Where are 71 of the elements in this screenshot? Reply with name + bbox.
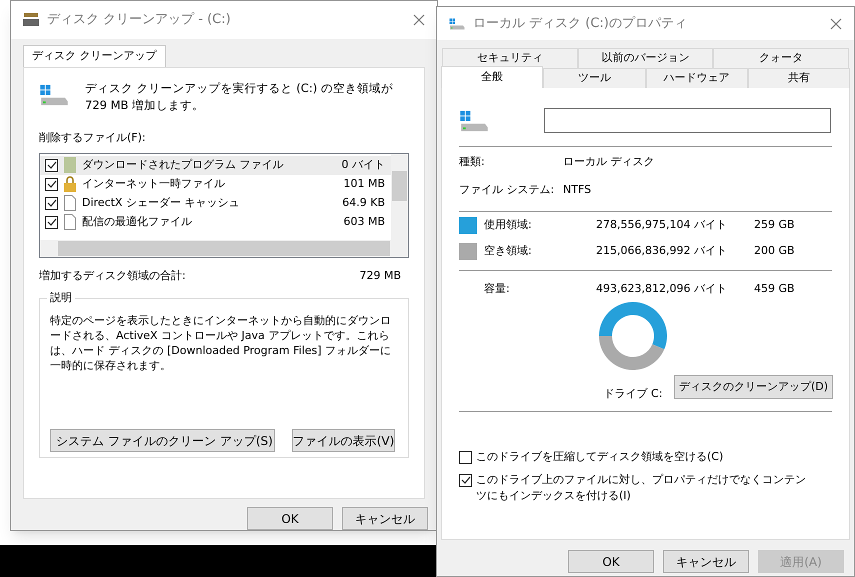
checkbox[interactable] [459, 450, 472, 464]
file-name: 配信の最適化ファイル [82, 214, 193, 230]
checkbox[interactable] [45, 196, 58, 210]
tab[interactable]: クォータ [713, 48, 850, 68]
file-size: 603 MB [343, 214, 385, 230]
dialog-button[interactable]: キャンセル [342, 507, 428, 530]
close-icon[interactable] [830, 18, 842, 30]
option-label: このドライブ上のファイルに対し、プロパティだけでなくコンテンツにもインデックスを付ける(I) [476, 472, 806, 504]
option-label: このドライブを圧縮してディスク領域を空ける(C) [476, 448, 724, 464]
capacity-size: 459 GB [754, 280, 795, 297]
horizontal-scrollbar[interactable] [40, 240, 408, 256]
folder-icon [64, 157, 76, 173]
file-row[interactable]: 配信の最適化ファイル 603 MB [40, 212, 391, 232]
dialog-button[interactable]: システム ファイルのクリーン アップ(S) [50, 429, 275, 452]
drive-icon [459, 110, 489, 132]
usage-label: 使用領域: [484, 217, 533, 234]
file-row[interactable]: インターネット一時ファイル 101 MB [40, 174, 391, 194]
file-size: 0 バイト [342, 156, 385, 173]
disk-cleanup-button[interactable]: ディスクのクリーンアップ(D) [674, 375, 833, 399]
file-size: 64.9 KB [342, 194, 385, 211]
tab[interactable]: ハードウェア [646, 68, 748, 88]
padlock-icon [64, 176, 76, 192]
dialog-button[interactable]: OK [568, 550, 654, 573]
tab[interactable]: ディスク クリーンアップ [23, 45, 166, 67]
tab[interactable]: ツール [543, 68, 646, 88]
summary-text: ディスク クリーンアップを実行すると (C:) の空き領域が 729 MB 増加します。 [85, 80, 394, 114]
capacity-bytes: 493,623,812,096 バイト [596, 280, 728, 297]
usage-size: 200 GB [754, 243, 795, 260]
checkbox[interactable] [45, 216, 58, 228]
tab[interactable]: セキュリティ [442, 48, 578, 68]
files-label: 削除するファイル(F): [39, 130, 147, 146]
file-row[interactable]: DirectX シェーダー キャッシュ 64.9 KB [40, 194, 391, 212]
tab[interactable]: 以前のバージョン [578, 48, 714, 68]
usage-label: 空き領域: [484, 243, 533, 260]
usage-bytes: 278,556,975,104 バイト [596, 217, 728, 234]
checkbox[interactable] [459, 474, 472, 486]
dialog-button[interactable]: キャンセル [663, 550, 749, 573]
checkbox[interactable] [45, 158, 58, 172]
file-name: ダウンロードされたプログラム ファイル [82, 156, 284, 173]
drive-icon [449, 18, 465, 30]
vertical-scrollbar[interactable] [391, 154, 408, 240]
usage-bytes: 215,066,836,992 バイト [596, 243, 728, 260]
document-icon [64, 195, 76, 211]
dialog-button[interactable]: OK [247, 507, 333, 530]
tab[interactable]: 全般 [441, 66, 544, 88]
window-title: ローカル ディスク (C:)のプロパティ [473, 14, 688, 33]
info-value: NTFS [563, 182, 592, 198]
file-name: DirectX シェーダー キャッシュ [82, 194, 240, 211]
capacity-label: 容量: [484, 280, 511, 297]
document-icon [64, 214, 76, 230]
dialog-button[interactable]: ファイルの表示(V) [292, 429, 395, 452]
usage-size: 259 GB [754, 217, 795, 234]
drive-label: ドライブ C: [604, 386, 662, 402]
chart-slice [599, 302, 667, 350]
window-title: ディスク クリーンアップ - (C:) [47, 11, 232, 30]
file-row[interactable]: ダウンロードされたプログラム ファイル 0 バイト [40, 156, 391, 174]
cleanup-icon [23, 13, 39, 27]
drive-icon [39, 84, 69, 106]
tab[interactable]: 共有 [748, 68, 850, 88]
info-label: ファイル システム: [459, 182, 556, 198]
close-icon[interactable] [413, 14, 425, 26]
total-label: 増加するディスク領域の合計: [39, 268, 186, 284]
file-name: インターネット一時ファイル [82, 176, 226, 192]
info-value: ローカル ディスク [563, 154, 654, 170]
description-text: 特定のページを表示したときにインターネットから自動的にダウンロードされる、ActiveX コントロールや Java アプレットです。これらは、ハード ディスクの [Downloaded Program Files] フォルダーに一時的に保存されます。 [50, 313, 392, 373]
file-size: 101 MB [343, 176, 385, 192]
checkbox[interactable] [45, 178, 58, 190]
chart-slice [599, 336, 664, 370]
total-value: 729 MB [359, 268, 401, 284]
drive-name-field[interactable] [544, 108, 831, 133]
info-label: 種類: [459, 154, 486, 170]
